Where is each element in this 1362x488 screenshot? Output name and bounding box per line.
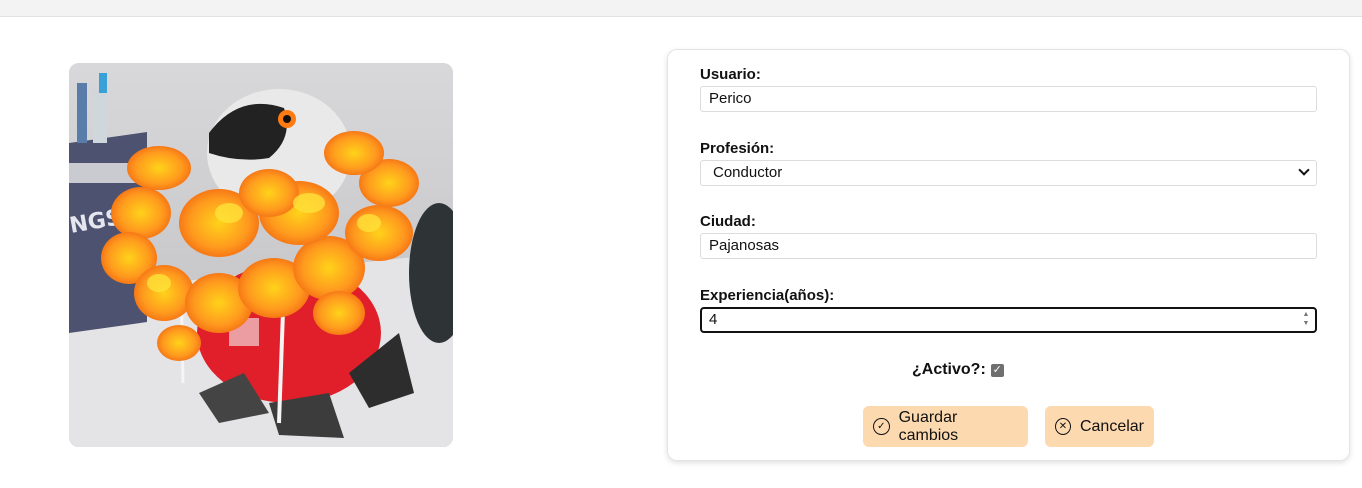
ciudad-label: Ciudad: bbox=[700, 213, 756, 230]
check-circle-icon: ✓ bbox=[873, 418, 890, 435]
cancel-button-label: Cancelar bbox=[1079, 417, 1144, 435]
save-button-label: Guardar cambios bbox=[898, 408, 959, 444]
profesion-selected-value: Conductor bbox=[713, 164, 783, 181]
profile-photo: NGSPAN bbox=[69, 63, 453, 447]
top-bar bbox=[0, 0, 1362, 17]
save-button[interactable]: ✓ Guardar cambios bbox=[863, 406, 1028, 447]
number-spinner[interactable]: ▲ ▼ bbox=[1301, 310, 1311, 330]
x-circle-icon: ✕ bbox=[1055, 418, 1071, 435]
activo-row: ¿Activo?: ✓ bbox=[912, 361, 1004, 379]
usuario-input[interactable]: Perico bbox=[700, 86, 1317, 112]
chevron-down-icon bbox=[1298, 164, 1310, 176]
usuario-label: Usuario: bbox=[700, 66, 761, 83]
cancel-button[interactable]: ✕ Cancelar bbox=[1045, 406, 1154, 447]
activo-label: ¿Activo?: bbox=[912, 361, 986, 378]
experiencia-value: 4 bbox=[709, 311, 718, 328]
ciudad-input[interactable]: Pajanosas bbox=[700, 233, 1317, 259]
experiencia-input[interactable]: 4 ▲ ▼ bbox=[700, 307, 1317, 333]
activo-checkbox[interactable]: ✓ bbox=[990, 363, 1004, 377]
profesion-select[interactable]: Conductor bbox=[700, 160, 1317, 186]
profesion-label: Profesión: bbox=[700, 140, 775, 157]
experiencia-label: Experiencia(años): bbox=[700, 287, 835, 304]
edit-user-card: Usuario: Perico Profesión: Conductor Ciu… bbox=[667, 49, 1350, 461]
